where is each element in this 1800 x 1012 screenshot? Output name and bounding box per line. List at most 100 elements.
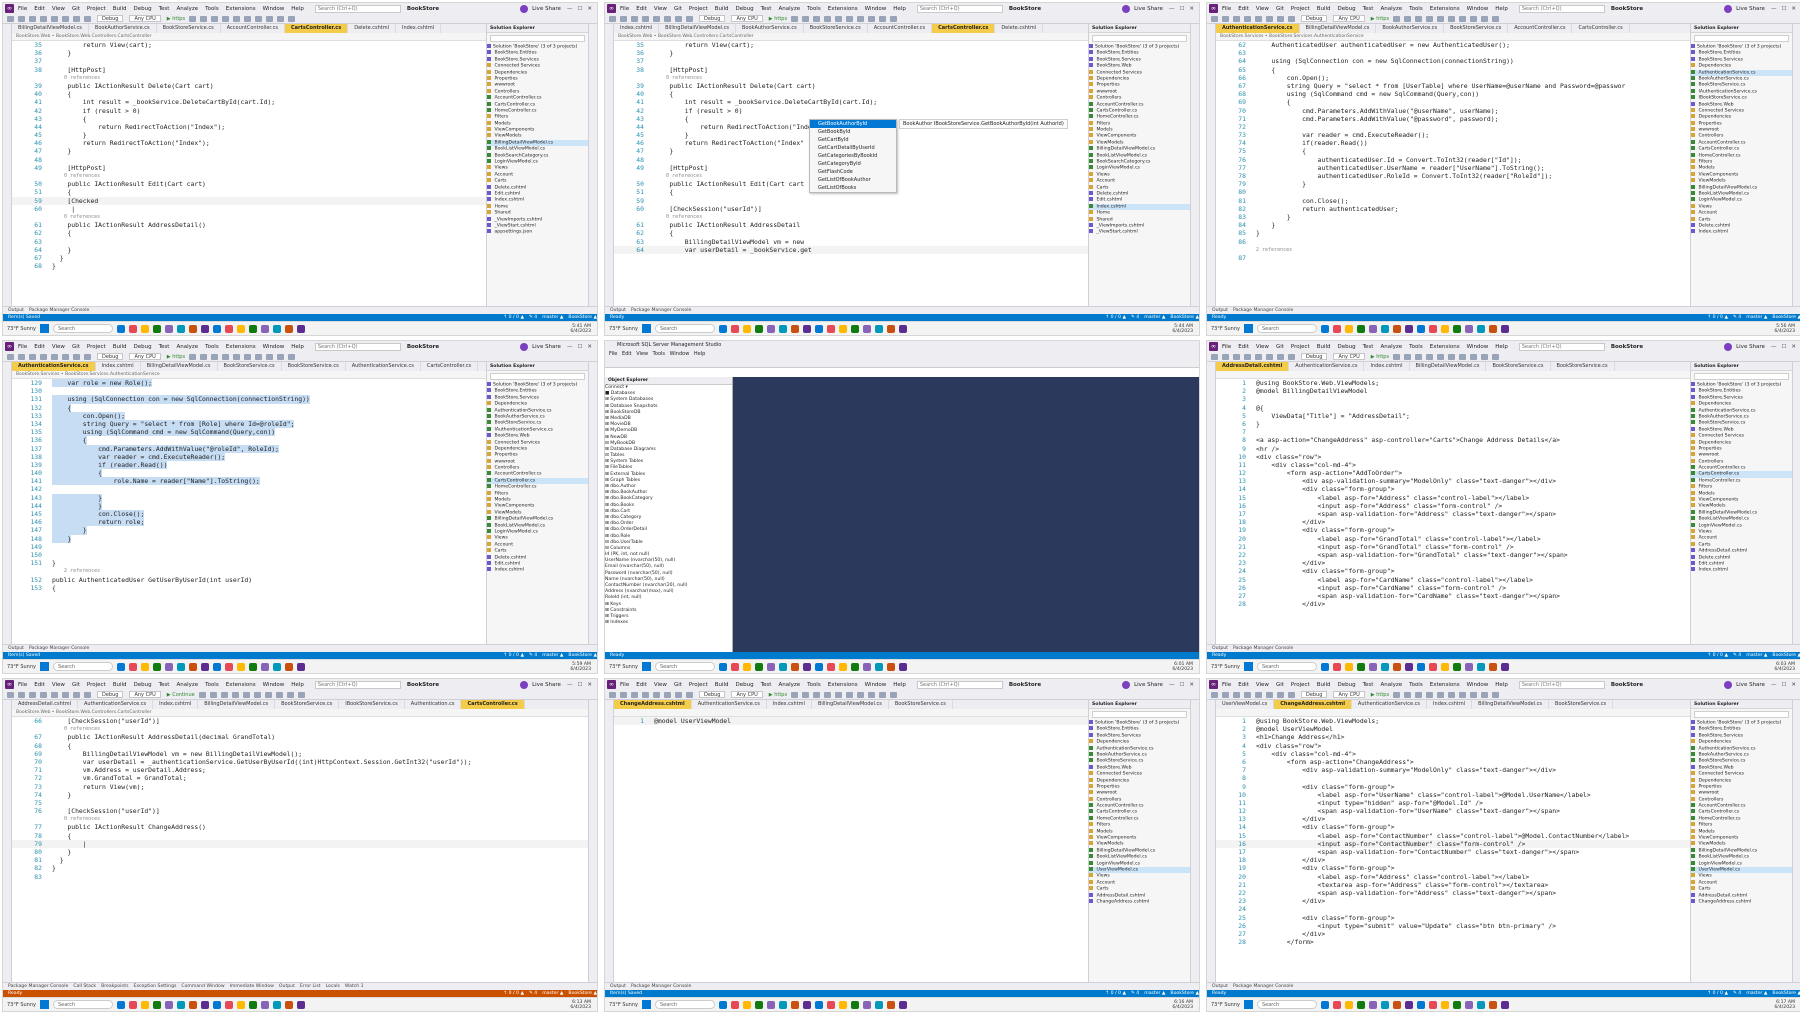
navigation-bar[interactable]: BookStore.Web • BookStore.Web.Controller… (614, 33, 1088, 41)
taskbar-app-icon[interactable] (838, 324, 847, 333)
taskbar-search-input[interactable]: Search (1256, 1000, 1317, 1009)
menu-item[interactable]: Help (1495, 682, 1508, 688)
taskbar-app-icon[interactable] (1320, 324, 1329, 333)
document-tab[interactable]: CartsController.cs (461, 700, 525, 709)
toolbar-icon[interactable] (29, 691, 36, 698)
intellisense-item[interactable]: GetListOfBookAuthor (810, 176, 896, 184)
toolbar-icon[interactable] (244, 15, 252, 22)
document-tab[interactable]: BillingDetailViewModel.cs (1300, 24, 1377, 33)
taskbar-app-icon[interactable] (272, 662, 281, 671)
solution-explorer[interactable]: Solution Explorer Solution 'BookStore' (3… (486, 362, 588, 644)
taskbar-app-icon[interactable] (850, 662, 859, 671)
taskbar-app-icon[interactable] (1356, 1000, 1365, 1009)
taskbar-app-icon[interactable] (1416, 1000, 1425, 1009)
document-tab[interactable]: AuthenticationService.cs (1352, 700, 1428, 709)
taskbar-app-icon[interactable] (778, 324, 787, 333)
toolbar-icon[interactable] (791, 15, 799, 22)
toolbar-icon[interactable] (1415, 15, 1423, 22)
menu-item[interactable]: Extensions (226, 6, 256, 12)
menu-item[interactable]: Git (72, 682, 80, 688)
close-icon[interactable]: ✕ (587, 344, 592, 350)
live-share-button[interactable]: Live Share (532, 682, 561, 688)
menu-item[interactable]: Extensions (828, 682, 858, 688)
taskbar-app-icon[interactable] (814, 662, 823, 671)
taskbar-search-input[interactable]: Search (52, 324, 113, 333)
live-share-button[interactable]: Live Share (1736, 6, 1765, 12)
taskbar-app-icon[interactable] (236, 324, 245, 333)
solution-explorer[interactable]: Solution Explorer Solution 'BookStore' (3… (1690, 700, 1792, 982)
document-tab[interactable]: AddressDetail.cshtml (1216, 362, 1290, 371)
taskbar-app-icon[interactable] (1416, 662, 1425, 671)
windows-start-icon[interactable] (39, 662, 49, 671)
toolbar-icon[interactable] (824, 691, 832, 698)
weather-widget[interactable]: 73°F Sunny (609, 664, 638, 670)
status-item[interactable]: BookStore ▲ (1772, 653, 1800, 658)
taskbar-app-icon[interactable] (730, 324, 739, 333)
taskbar-app-icon[interactable] (212, 1000, 221, 1009)
menu-item[interactable]: Tools (205, 344, 219, 350)
taskbar-app-icon[interactable] (886, 662, 895, 671)
toolbar-icon[interactable] (73, 15, 80, 22)
taskbar-app-icon[interactable] (224, 324, 233, 333)
toolbar-icon[interactable] (857, 691, 865, 698)
weather-widget[interactable]: 73°F Sunny (7, 1002, 36, 1008)
weather-widget[interactable]: 73°F Sunny (1211, 1002, 1240, 1008)
solution-search-input[interactable] (1694, 35, 1789, 42)
toolbar-icon[interactable] (879, 15, 887, 22)
taskbar-app-icon[interactable] (284, 662, 293, 671)
solution-explorer[interactable]: Solution Explorer Solution 'BookStore' (3… (1690, 24, 1792, 306)
toolbar-icon[interactable] (1222, 353, 1229, 360)
taskbar-app-icon[interactable] (236, 662, 245, 671)
toolbar-icon[interactable] (642, 691, 649, 698)
avatar[interactable] (520, 342, 529, 351)
toolbar-icon[interactable] (609, 691, 616, 698)
toolbar-icon[interactable] (62, 691, 69, 698)
document-tab[interactable]: AccountController.cs (1508, 24, 1573, 33)
document-tab[interactable]: BillingDetailViewModel.cs (12, 24, 89, 33)
menu-item[interactable]: Help (291, 682, 304, 688)
taskbar-app-icon[interactable] (140, 324, 149, 333)
taskbar-app-icon[interactable] (898, 1000, 907, 1009)
menu-item[interactable]: Window (263, 6, 285, 12)
menu-item[interactable]: Tools (205, 682, 219, 688)
taskbar-app-icon[interactable] (1392, 1000, 1401, 1009)
menu-item[interactable]: Analyze (1380, 6, 1402, 12)
document-tab[interactable]: BookStoreService.cs (1486, 362, 1551, 371)
taskbar-app-icon[interactable] (284, 324, 293, 333)
taskbar-app-icon[interactable] (1440, 324, 1449, 333)
solution-search-input[interactable] (1092, 35, 1187, 42)
solution-search-input[interactable] (1694, 711, 1789, 718)
menu-item[interactable]: Debug (736, 6, 754, 12)
toolbar-icon[interactable] (297, 691, 305, 698)
taskbar-app-icon[interactable] (1356, 324, 1365, 333)
menu-item[interactable]: Project (1291, 682, 1310, 688)
platform-dropdown[interactable]: Any CPU (129, 691, 161, 698)
menu-item[interactable]: Project (1291, 6, 1310, 12)
document-tab[interactable]: BookAuthorService.cs (736, 24, 804, 33)
live-share-button[interactable]: Live Share (1134, 682, 1163, 688)
menu-item[interactable]: Help (1495, 6, 1508, 12)
taskbar-app-icon[interactable] (802, 324, 811, 333)
toolbar-icon[interactable] (84, 15, 91, 22)
taskbar-app-icon[interactable] (1476, 324, 1485, 333)
intellisense-item[interactable]: GetBookById (810, 128, 896, 136)
taskbar-app-icon[interactable] (1464, 662, 1473, 671)
menu-item[interactable]: Test (761, 6, 772, 12)
toolbar-icon[interactable] (255, 15, 263, 22)
toolbar-icon[interactable] (73, 353, 80, 360)
document-tab[interactable]: AuthenticationService.cs (12, 362, 96, 371)
taskbar-app-icon[interactable] (766, 1000, 775, 1009)
toolbar-icon[interactable] (1437, 353, 1445, 360)
taskbar-app-icon[interactable] (790, 324, 799, 333)
taskbar-app-icon[interactable] (176, 662, 185, 671)
toolbar-icon[interactable] (18, 691, 25, 698)
toolbar-icon[interactable] (890, 15, 898, 22)
avatar[interactable] (520, 680, 529, 689)
taskbar-app-icon[interactable] (802, 662, 811, 671)
taskbar-app-icon[interactable] (742, 324, 751, 333)
menu-item[interactable]: Build (1317, 682, 1331, 688)
menu-item[interactable]: Project (87, 344, 106, 350)
clock[interactable]: 6:13 AM 6/4/2023 (570, 1000, 591, 1010)
platform-dropdown[interactable]: Any CPU (731, 15, 763, 22)
toolbar-icon[interactable] (868, 691, 876, 698)
